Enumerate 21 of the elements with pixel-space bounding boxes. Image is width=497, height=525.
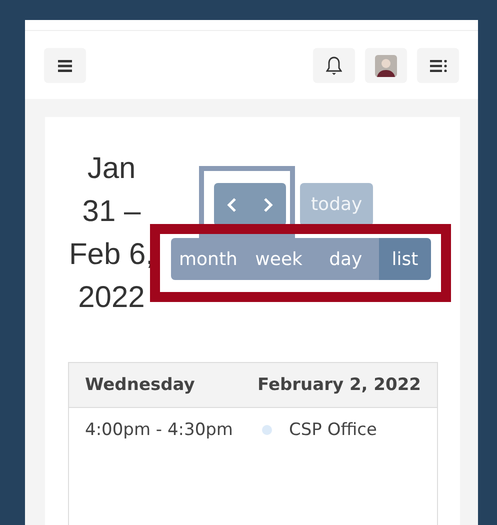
view-tab[interactable]: month	[171, 238, 246, 280]
list-menu-icon	[430, 60, 446, 72]
bell-button[interactable]	[313, 48, 355, 83]
previous-button[interactable]	[214, 183, 250, 226]
view-tab[interactable]: week	[245, 238, 312, 280]
list-menu-button[interactable]	[417, 48, 459, 83]
avatar-button[interactable]	[365, 48, 407, 83]
menu-icon	[58, 60, 72, 72]
day-name: Wednesday	[85, 375, 195, 395]
avatar-icon	[375, 54, 397, 76]
event-title[interactable]: CSP Office	[289, 420, 377, 440]
menu-button[interactable]	[44, 48, 86, 83]
day-date: February 2, 2022	[258, 375, 421, 395]
view-tab[interactable]: day	[312, 238, 380, 280]
next-button[interactable]	[250, 183, 286, 226]
event-time: 4:00pm - 4:30pm	[85, 420, 234, 440]
chevron-right-icon	[262, 196, 274, 212]
bell-icon	[326, 56, 342, 76]
calendar-title: Jan 31 – Feb 6, 2022	[68, 151, 155, 316]
chevron-left-icon	[226, 196, 238, 212]
view-tab[interactable]: list	[379, 238, 431, 280]
